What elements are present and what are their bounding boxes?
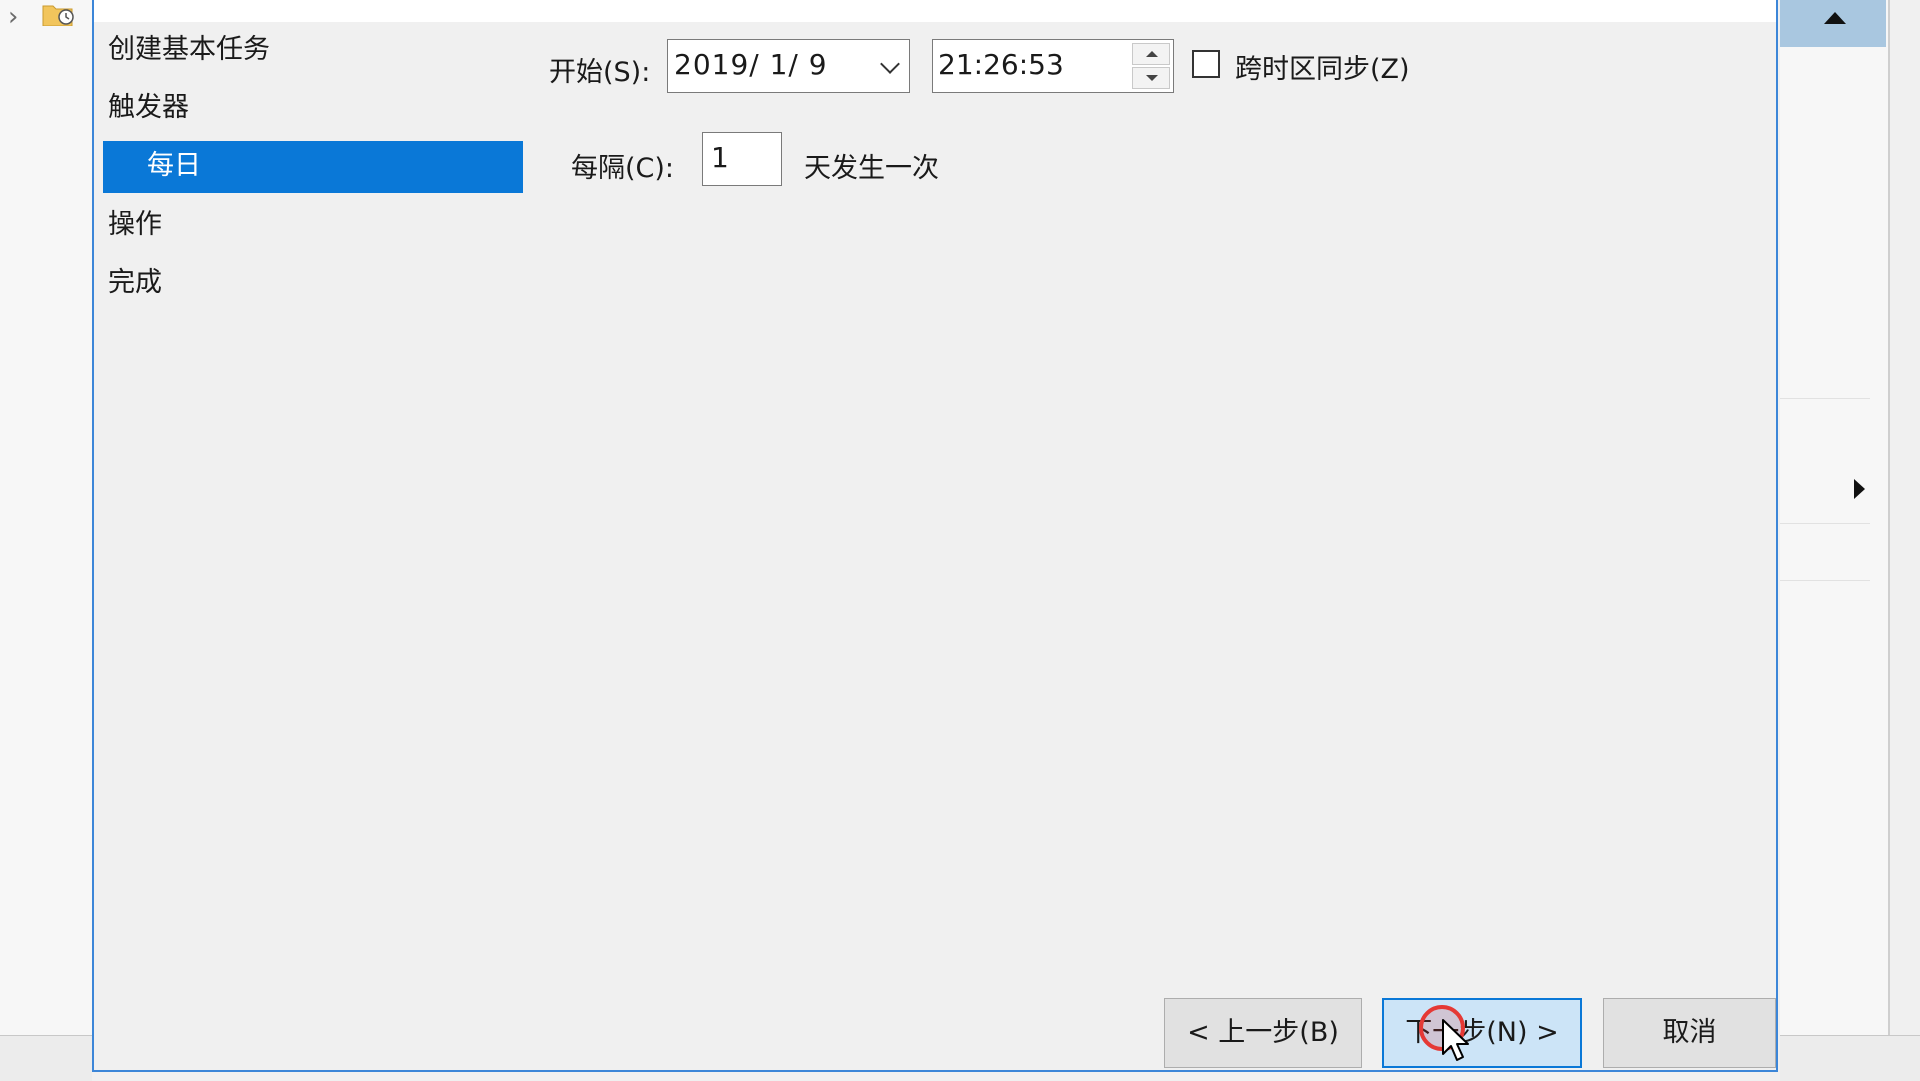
wizard-step-action[interactable]: 操作 xyxy=(108,202,162,241)
sync-timezone-checkbox[interactable] xyxy=(1192,50,1220,78)
interval-input[interactable]: 1 xyxy=(702,132,782,186)
interval-value: 1 xyxy=(711,141,729,174)
actions-separator xyxy=(1780,580,1870,581)
next-button[interactable]: 下一步(N) > xyxy=(1382,998,1582,1068)
wizard-step-trigger[interactable]: 触发器 xyxy=(108,85,189,124)
tree-pane: › xyxy=(0,0,93,1035)
status-bar-left xyxy=(0,1035,92,1081)
interval-unit-label: 天发生一次 xyxy=(804,153,939,184)
actions-separator xyxy=(1780,398,1870,399)
chevron-down-icon[interactable] xyxy=(880,54,900,74)
dialog-title-bar xyxy=(94,0,1776,22)
back-button[interactable]: < 上一步(B) xyxy=(1164,998,1362,1068)
actions-separator xyxy=(1780,523,1870,524)
status-bar-right xyxy=(1780,1035,1920,1081)
start-time-value: 21:26:53 xyxy=(938,48,1064,81)
mouse-pointer-icon xyxy=(1442,1019,1469,1061)
create-basic-task-wizard: 创建基本任务 触发器 每日 操作 完成 开始(S): 2019/ 1/ 9 21… xyxy=(92,0,1778,1072)
start-time-input[interactable]: 21:26:53 xyxy=(932,39,1174,93)
chevron-right-icon[interactable]: › xyxy=(8,2,18,32)
spin-up-button[interactable] xyxy=(1132,43,1170,65)
triangle-right-icon[interactable] xyxy=(1854,479,1865,499)
start-label: 开始(S): xyxy=(549,57,651,88)
time-spinner xyxy=(1132,43,1170,89)
interval-label: 每隔(C): xyxy=(571,153,675,184)
start-date-picker[interactable]: 2019/ 1/ 9 xyxy=(667,39,910,93)
wizard-step-finish[interactable]: 完成 xyxy=(108,260,162,299)
cancel-button[interactable]: 取消 xyxy=(1603,998,1776,1068)
wizard-step-daily[interactable]: 每日 xyxy=(103,141,523,193)
start-date-value: 2019/ 1/ 9 xyxy=(674,48,828,81)
actions-pane xyxy=(1780,0,1890,1035)
sync-timezone-label[interactable]: 跨时区同步(Z) xyxy=(1235,47,1410,86)
wizard-step-create-basic-task[interactable]: 创建基本任务 xyxy=(108,27,270,66)
spin-down-button[interactable] xyxy=(1132,67,1170,89)
task-folder-clock-icon[interactable] xyxy=(42,0,76,26)
triangle-up-icon[interactable] xyxy=(1824,12,1846,24)
actions-pane-header[interactable] xyxy=(1780,0,1886,47)
